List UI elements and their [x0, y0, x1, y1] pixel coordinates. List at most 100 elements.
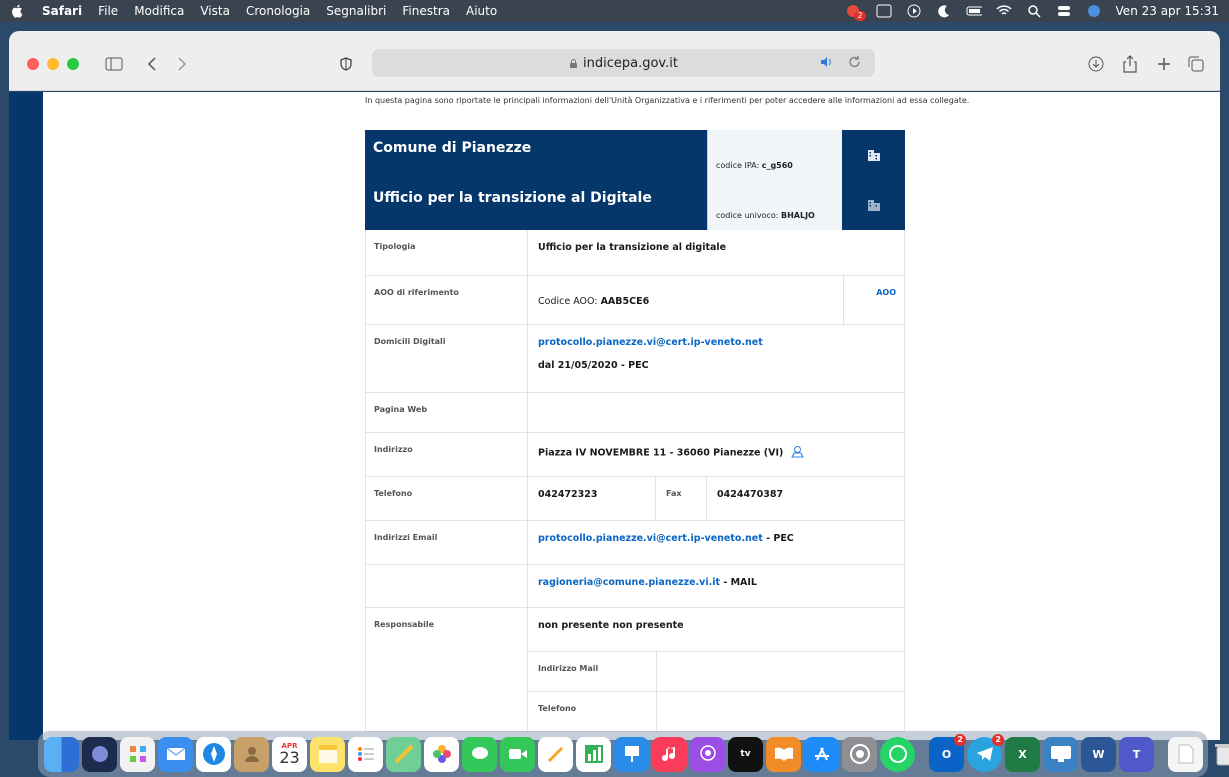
remote-desktop-icon[interactable]	[1043, 736, 1078, 772]
ipa-code-label: codice IPA:	[716, 161, 760, 170]
label-aoo: AOO di riferimento	[366, 276, 528, 324]
row-indirizzo: Indirizzo Piazza IV NOVEMBRE 11 - 36060 …	[365, 433, 905, 477]
menu-segnalibri[interactable]: Segnalibri	[326, 4, 386, 18]
notification-app-icon[interactable]: 2	[846, 4, 866, 21]
podcasts-icon[interactable]	[690, 736, 725, 772]
menu-bar: Safari File Modifica Vista Cronologia Se…	[0, 0, 1229, 22]
translate-icon[interactable]	[876, 4, 892, 18]
mail-suffix: - MAIL	[720, 577, 757, 588]
photos-icon[interactable]	[424, 736, 459, 772]
notes-icon[interactable]	[310, 736, 345, 772]
office-header: Ufficio per la transizione al Digitale c…	[365, 180, 905, 230]
contacts-icon[interactable]	[234, 736, 269, 772]
menu-vista[interactable]: Vista	[200, 4, 230, 18]
mail-email-link[interactable]: ragioneria@comune.pianezze.vi.it	[538, 577, 720, 588]
whatsapp-icon[interactable]	[880, 736, 915, 772]
system-preferences-icon[interactable]	[842, 736, 877, 772]
word-icon[interactable]: W	[1081, 736, 1116, 772]
share-icon[interactable]	[1119, 53, 1141, 75]
reminders-icon[interactable]	[348, 736, 383, 772]
finder-icon[interactable]	[44, 736, 79, 772]
battery-icon[interactable]	[966, 4, 982, 18]
url-text: indicepa.gov.it	[583, 55, 678, 71]
window-zoom-button[interactable]	[67, 58, 79, 70]
aoo-link[interactable]: AOO	[843, 276, 904, 324]
spotlight-icon[interactable]	[1026, 4, 1042, 18]
dock: APR 23 tv O2 2 X W T	[38, 731, 1229, 777]
telegram-badge: 2	[992, 733, 1004, 746]
value-email-pec: protocollo.pianezze.vi@cert.ip-veneto.ne…	[528, 521, 904, 564]
menu-modifica[interactable]: Modifica	[134, 4, 184, 18]
launchpad-rocket-icon[interactable]	[82, 736, 117, 772]
play-icon[interactable]	[906, 4, 922, 18]
fax-value: 0424470387	[717, 489, 784, 500]
moon-icon[interactable]	[936, 4, 952, 18]
siri-icon[interactable]	[1086, 4, 1102, 18]
label-telefono: Telefono	[366, 477, 528, 520]
window-minimize-button[interactable]	[47, 58, 59, 70]
tab-overview-icon[interactable]	[1185, 53, 1207, 75]
row-domicili: Domicili Digitali protocollo.pianezze.vi…	[365, 325, 905, 393]
apple-menu-icon[interactable]	[10, 3, 24, 19]
building-icon[interactable]	[842, 130, 905, 180]
menu-file[interactable]: File	[98, 4, 118, 18]
calendar-icon[interactable]: APR 23	[272, 736, 307, 772]
music-icon[interactable]	[652, 736, 687, 772]
label-email: Indirizzi Email	[366, 521, 528, 564]
responsabile-mail-value	[657, 652, 904, 691]
office-title: Ufficio per la transizione al Digitale	[365, 180, 707, 230]
trash-icon[interactable]	[1206, 737, 1229, 772]
sidebar-toggle-icon[interactable]	[103, 53, 125, 75]
forward-icon[interactable]	[171, 53, 193, 75]
teams-icon[interactable]: T	[1119, 736, 1154, 772]
menubar-clock[interactable]: Ven 23 apr 15:31	[1116, 4, 1219, 18]
responsabile-phone-label: Telefono	[528, 692, 657, 731]
outlook-icon[interactable]: O2	[929, 733, 966, 772]
launchpad-grid-icon[interactable]	[120, 736, 155, 772]
ipa-code-value: c_g560	[761, 161, 793, 170]
mail-icon[interactable]	[158, 736, 193, 772]
menu-finestra[interactable]: Finestra	[402, 4, 450, 18]
books-icon[interactable]	[766, 736, 801, 772]
map-pin-icon[interactable]	[790, 445, 804, 461]
safari-compass-icon[interactable]	[196, 736, 231, 772]
outlook-letter: O	[941, 747, 952, 761]
entity-header: Comune di Pianezze codice IPA: c_g560	[365, 130, 905, 180]
domicilio-email-link[interactable]: protocollo.pianezze.vi@cert.ip-veneto.ne…	[538, 337, 894, 348]
row-web: Pagina Web	[365, 393, 905, 433]
freeform-icon[interactable]	[538, 736, 573, 772]
messages-icon[interactable]	[462, 736, 497, 772]
wifi-icon[interactable]	[996, 4, 1012, 18]
phone-value[interactable]: 042472323	[528, 477, 655, 520]
downloads-icon[interactable]	[1085, 53, 1107, 75]
telegram-icon[interactable]: 2	[967, 733, 1004, 772]
address-bar[interactable]: indicepa.gov.it	[372, 49, 875, 77]
maps-icon[interactable]	[386, 736, 421, 772]
menu-safari[interactable]: Safari	[42, 4, 82, 18]
menu-cronologia[interactable]: Cronologia	[246, 4, 310, 18]
audio-icon[interactable]	[819, 55, 833, 69]
numbers-icon[interactable]	[576, 736, 611, 772]
document-icon[interactable]	[1168, 736, 1203, 772]
menu-aiuto[interactable]: Aiuto	[466, 4, 497, 18]
facetime-icon[interactable]	[500, 736, 535, 772]
label-tipologia: Tipologia	[366, 230, 528, 275]
label-email-empty	[366, 565, 528, 607]
privacy-shield-icon[interactable]	[335, 53, 357, 75]
reload-icon[interactable]	[848, 55, 861, 69]
lock-icon	[569, 58, 578, 69]
window-close-button[interactable]	[27, 58, 39, 70]
control-center-icon[interactable]	[1056, 4, 1072, 18]
browser-toolbar: indicepa.gov.it	[9, 31, 1220, 91]
pec-email-link[interactable]: protocollo.pianezze.vi@cert.ip-veneto.ne…	[538, 533, 763, 544]
new-tab-icon[interactable]	[1153, 53, 1175, 75]
back-icon[interactable]	[141, 53, 163, 75]
office-building-icon[interactable]	[842, 180, 905, 230]
row-telefono: Telefono 042472323 Fax 0424470387	[365, 477, 905, 521]
excel-icon[interactable]: X	[1005, 736, 1040, 772]
apple-tv-icon[interactable]: tv	[728, 736, 763, 772]
app-store-icon[interactable]	[804, 736, 839, 772]
row-tipologia: Tipologia Ufficio per la transizione al …	[365, 230, 905, 276]
aoo-prefix: Codice AOO:	[538, 296, 598, 307]
keynote-icon[interactable]	[614, 736, 649, 772]
